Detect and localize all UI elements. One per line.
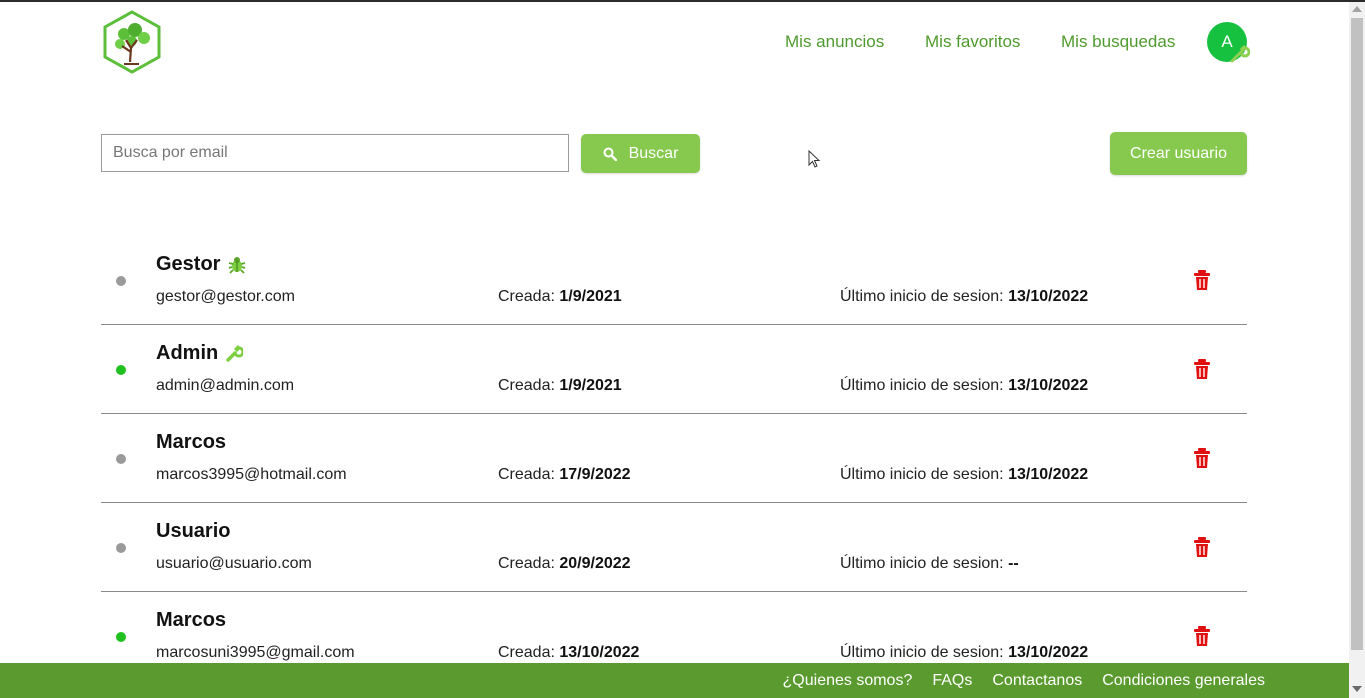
search-icon	[603, 147, 617, 161]
user-email: usuario@usuario.com	[156, 555, 312, 572]
user-email: marcosuni3995@gmail.com	[156, 644, 355, 661]
user-name-text: Usuario	[156, 520, 231, 542]
user-list: Gestor gestor@gestor.com Creada: 1/9/202…	[101, 236, 1247, 662]
user-last-login: Último inicio de sesion: 13/10/2022	[840, 377, 1088, 395]
created-label: Creada:	[498, 466, 555, 483]
status-dot	[116, 365, 126, 375]
user-name: Marcos	[156, 431, 226, 454]
wrench-icon	[225, 345, 244, 363]
user-created: Creada: 20/9/2022	[498, 555, 631, 573]
status-dot	[116, 632, 126, 642]
user-row: Usuario usuario@usuario.com Creada: 20/9…	[101, 503, 1247, 592]
nav-mis-anuncios[interactable]: Mis anuncios	[785, 32, 884, 52]
user-last-login: Último inicio de sesion: --	[840, 555, 1019, 573]
trash-icon[interactable]	[1192, 536, 1212, 558]
created-label: Creada:	[498, 288, 555, 305]
user-row: Admin admin@admin.com Creada: 1/9/2021 Ú…	[101, 325, 1247, 414]
trash-icon[interactable]	[1192, 358, 1212, 380]
last-login-label: Último inicio de sesion:	[840, 644, 1004, 661]
last-login-value: 13/10/2022	[1008, 644, 1089, 661]
last-login-label: Último inicio de sesion:	[840, 288, 1004, 305]
user-email: gestor@gestor.com	[156, 288, 295, 305]
search-email-input[interactable]	[101, 134, 569, 172]
create-user-button[interactable]: Crear usuario	[1110, 132, 1247, 175]
user-name: Usuario	[156, 520, 230, 543]
trash-icon[interactable]	[1192, 447, 1212, 469]
user-last-login: Último inicio de sesion: 13/10/2022	[840, 644, 1088, 662]
scroll-up-arrow-icon[interactable]	[1352, 6, 1362, 12]
nav-mis-busquedas[interactable]: Mis busquedas	[1061, 32, 1175, 52]
created-value: 20/9/2022	[559, 555, 631, 572]
user-email: admin@admin.com	[156, 377, 295, 394]
footer-link-3[interactable]: Condiciones generales	[1102, 672, 1265, 690]
created-value: 1/9/2021	[559, 288, 622, 305]
nav-mis-favoritos[interactable]: Mis favoritos	[925, 32, 1020, 52]
bug-icon	[227, 255, 247, 275]
last-login-value: 13/10/2022	[1008, 466, 1089, 483]
last-login-label: Último inicio de sesion:	[840, 466, 1004, 483]
search-button-label: Buscar	[628, 144, 679, 162]
footer-link-1[interactable]: FAQs	[932, 672, 972, 690]
trash-icon[interactable]	[1192, 269, 1212, 291]
scrollbar-thumb[interactable]	[1351, 18, 1363, 650]
footer: ¿Quienes somos? FAQs Contactanos Condicione…	[0, 663, 1349, 698]
user-name: Marcos	[156, 609, 226, 632]
created-label: Creada:	[498, 644, 555, 661]
user-created: Creada: 1/9/2021	[498, 377, 622, 395]
last-login-value: 13/10/2022	[1008, 288, 1089, 305]
user-created: Creada: 13/10/2022	[498, 644, 639, 662]
user-name: Admin	[156, 342, 244, 365]
user-last-login: Último inicio de sesion: 13/10/2022	[840, 466, 1088, 484]
last-login-value: --	[1008, 555, 1019, 572]
user-row: Gestor gestor@gestor.com Creada: 1/9/202…	[101, 236, 1247, 325]
last-login-label: Último inicio de sesion:	[840, 555, 1004, 572]
user-name-text: Marcos	[156, 609, 227, 631]
status-dot	[116, 543, 126, 553]
mouse-cursor-icon	[808, 150, 821, 168]
created-label: Creada:	[498, 555, 555, 572]
last-login-value: 13/10/2022	[1008, 377, 1089, 394]
user-name-text: Marcos	[156, 431, 227, 453]
footer-link-0[interactable]: ¿Quienes somos?	[783, 672, 913, 690]
user-created: Creada: 17/9/2022	[498, 466, 631, 484]
create-user-label: Crear usuario	[1130, 144, 1227, 162]
user-name-text: Gestor	[156, 253, 221, 275]
user-name-text: Admin	[156, 342, 219, 364]
tree-hexagon-logo[interactable]	[102, 10, 162, 74]
user-name: Gestor	[156, 253, 247, 276]
user-email: marcos3995@hotmail.com	[156, 466, 347, 483]
last-login-label: Último inicio de sesion:	[840, 377, 1004, 394]
created-value: 13/10/2022	[559, 644, 640, 661]
user-row: Marcos marcosuni3995@gmail.com Creada: 1…	[101, 592, 1247, 662]
user-last-login: Último inicio de sesion: 13/10/2022	[840, 288, 1088, 306]
user-created: Creada: 1/9/2021	[498, 288, 622, 306]
search-button[interactable]: Buscar	[581, 134, 700, 173]
status-dot	[116, 454, 126, 464]
scroll-down-arrow-icon[interactable]	[1352, 686, 1362, 692]
created-value: 1/9/2021	[559, 377, 622, 394]
window-top-border	[0, 0, 1365, 2]
footer-link-2[interactable]: Contactanos	[992, 672, 1082, 690]
trash-icon[interactable]	[1192, 625, 1212, 647]
status-dot	[116, 276, 126, 286]
wrench-icon	[1230, 45, 1250, 63]
created-value: 17/9/2022	[559, 466, 631, 483]
user-row: Marcos marcos3995@hotmail.com Creada: 17…	[101, 414, 1247, 503]
created-label: Creada:	[498, 377, 555, 394]
